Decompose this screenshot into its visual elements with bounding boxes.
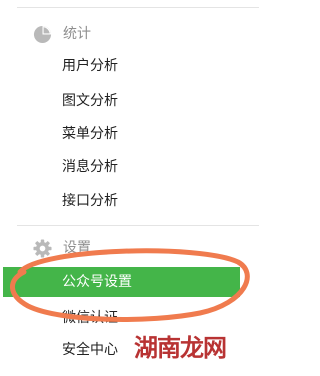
menu-item-label: 公众号设置 (62, 274, 132, 290)
menu-item-label: 图文分析 (62, 93, 118, 109)
menu-item-label: 菜单分析 (62, 126, 118, 142)
menu-item-api-analysis[interactable]: 接口分析 (0, 186, 245, 216)
section-header-settings: 设置 (33, 236, 91, 260)
menu-item-article-analysis[interactable]: 图文分析 (0, 86, 245, 116)
section-divider (17, 225, 259, 226)
section-header-stats: 统计 (33, 22, 91, 46)
menu-item-label: 微信认证 (62, 310, 118, 326)
top-divider (17, 7, 259, 8)
watermark-logo: 湖南龙网 (134, 334, 227, 362)
section-label-settings: 设置 (63, 240, 91, 256)
menu-item-label: 接口分析 (62, 193, 118, 209)
menu-item-user-analysis[interactable]: 用户分析 (0, 51, 245, 81)
menu-item-wechat-verification[interactable]: 微信认证 (0, 303, 245, 333)
pie-chart-icon (33, 25, 52, 43)
menu-item-label: 用户分析 (62, 58, 118, 74)
section-label-stats: 统计 (63, 26, 91, 42)
menu-item-message-analysis[interactable]: 消息分析 (0, 152, 245, 182)
menu-item-label: 消息分析 (62, 159, 118, 175)
menu-item-account-settings[interactable]: 公众号设置 (3, 267, 240, 297)
menu-item-menu-analysis[interactable]: 菜单分析 (0, 119, 245, 149)
menu-item-label: 安全中心 (62, 342, 118, 358)
gear-icon (33, 238, 52, 258)
